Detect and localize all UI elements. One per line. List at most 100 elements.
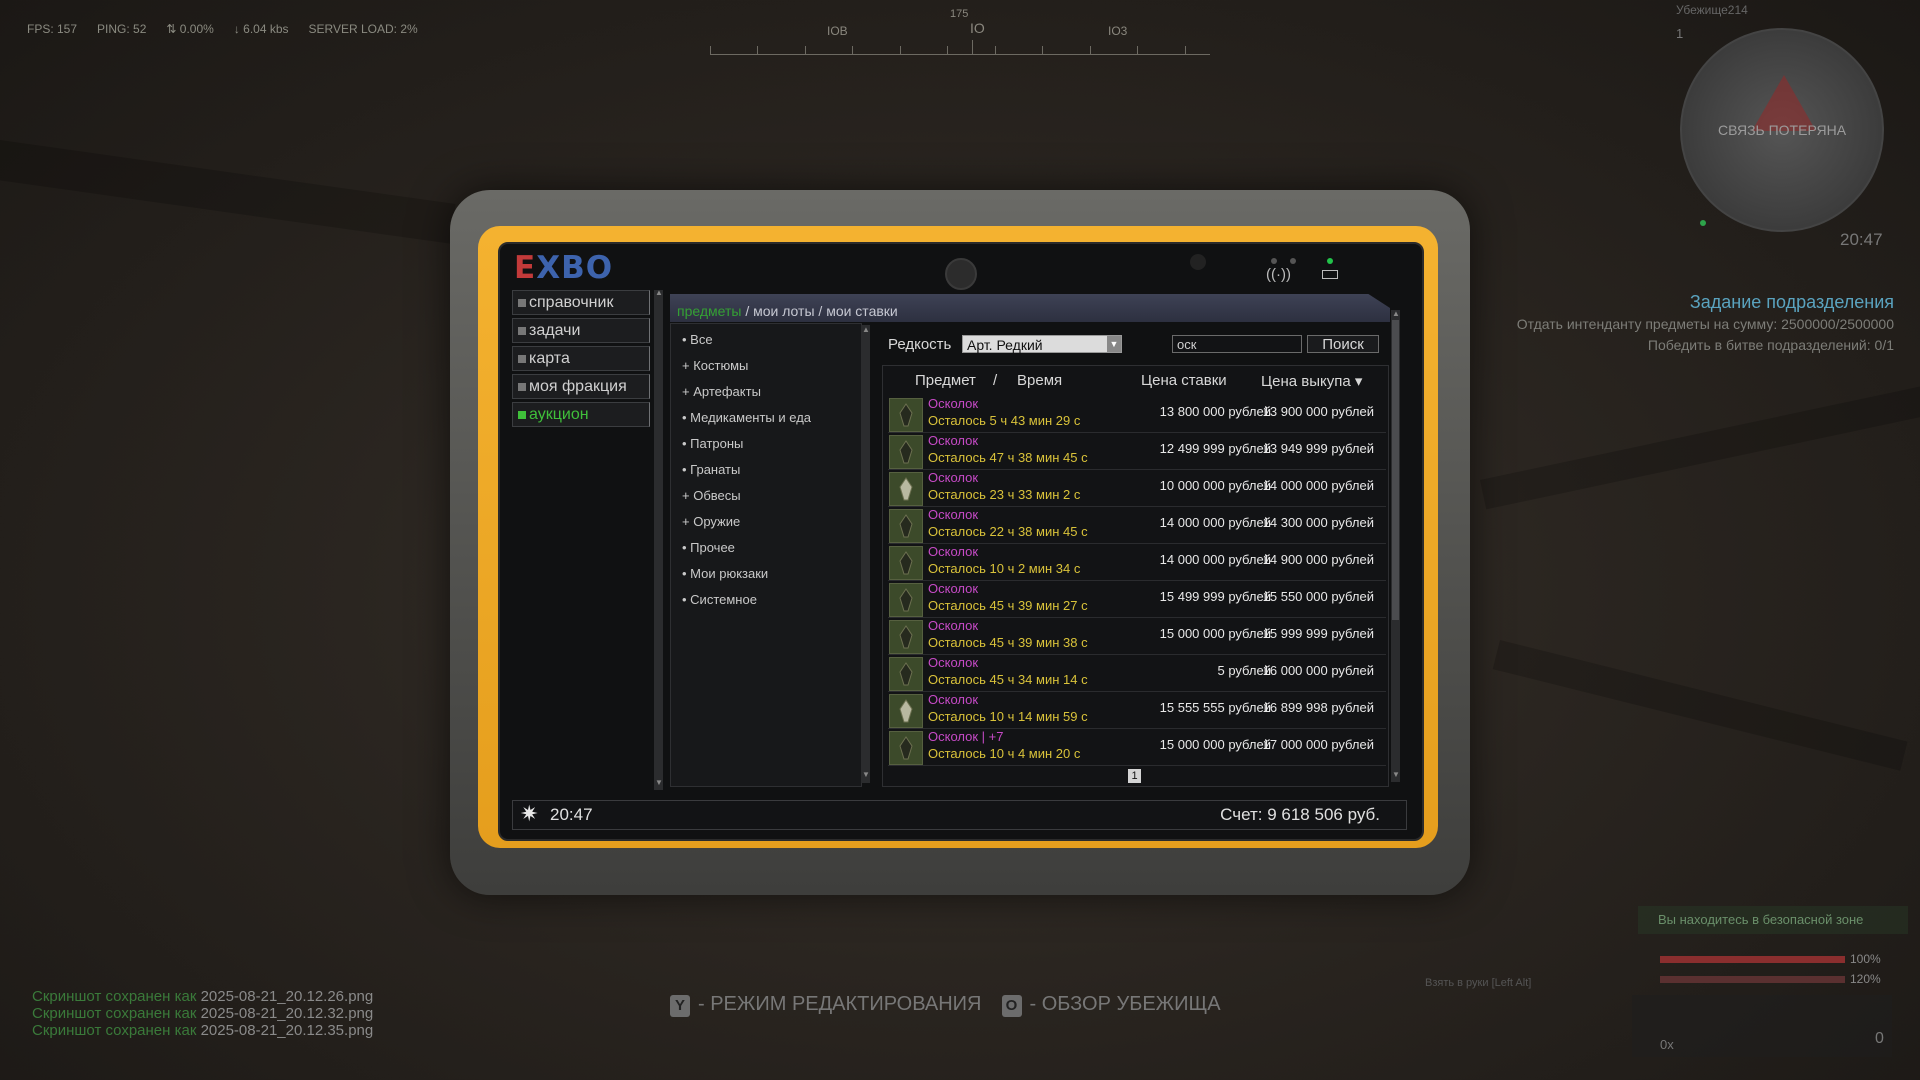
scroll-up-icon[interactable]: ▲ <box>1392 309 1400 318</box>
column-bid[interactable]: Цена ставки <box>1141 372 1227 389</box>
nav-handbook[interactable]: справочник <box>512 290 650 315</box>
bid-price: 15 555 555 рублей <box>1159 700 1271 715</box>
time-remaining: Осталось 45 ч 39 мин 38 с <box>928 635 1088 650</box>
nav-auction[interactable]: аукцион <box>512 402 650 427</box>
ping-counter: PING: 52 <box>97 22 147 36</box>
category-artifacts[interactable]: + Артефакты <box>682 384 761 399</box>
nav-bullet-icon <box>518 383 526 391</box>
minimap-level: 1 <box>1676 26 1684 41</box>
scroll-down-icon[interactable]: ▼ <box>655 778 663 787</box>
bid-price: 14 000 000 рублей <box>1159 515 1271 530</box>
search-input[interactable] <box>1172 335 1302 353</box>
key-y-icon: Y <box>670 995 690 1017</box>
quest-title: Задание подразделения <box>1689 292 1894 312</box>
tablet-clock: 20:47 <box>550 805 593 824</box>
auction-row[interactable]: Осколок Осталось 10 ч 14 мин 59 с 15 555 5… <box>888 692 1386 729</box>
breadcrumb-my-bids[interactable]: мои ставки <box>826 303 898 319</box>
auction-row[interactable]: Осколок Осталось 10 ч 2 мин 34 с 14 000 00… <box>888 544 1386 581</box>
stamina-percent: 120% <box>1850 972 1881 986</box>
buyout-price: 13 949 999 рублей <box>1262 441 1374 456</box>
key-o-icon: O <box>1001 995 1022 1017</box>
category-attachments[interactable]: + Обвесы <box>682 488 741 503</box>
category-scrollbar[interactable] <box>861 325 870 783</box>
auction-row[interactable]: Осколок Осталось 23 ч 33 мин 2 с 10 000 00… <box>888 470 1386 507</box>
nav-faction[interactable]: моя фракция <box>512 374 650 399</box>
breadcrumb-separator: / <box>814 303 827 319</box>
column-time[interactable]: Время <box>1017 372 1062 389</box>
item-name: Осколок <box>928 433 979 448</box>
auction-row[interactable]: Осколок Осталось 47 ч 38 мин 45 с 12 499 9… <box>888 433 1386 470</box>
breadcrumb-my-lots[interactable]: мои лоты <box>753 303 814 319</box>
quest-objective: Отдать интенданту предметы на сумму: 250… <box>1516 316 1894 332</box>
rarity-select[interactable]: Арт. Редкий ▼ <box>962 335 1122 353</box>
category-costumes[interactable]: + Костюмы <box>682 358 748 373</box>
category-other[interactable]: • Прочее <box>682 540 735 555</box>
scroll-down-icon[interactable]: ▼ <box>1392 770 1400 779</box>
breadcrumb-items[interactable]: предметы <box>677 303 741 319</box>
minimap[interactable]: СВЯЗЬ ПОТЕРЯНА <box>1680 28 1884 232</box>
time-remaining: Осталось 45 ч 34 мин 14 с <box>928 672 1088 687</box>
item-count: 0 <box>1875 1030 1884 1047</box>
connection-lost-label: СВЯЗЬ ПОТЕРЯНА <box>1717 122 1847 138</box>
auction-row[interactable]: Осколок Осталось 45 ч 39 мин 27 с 15 499 9… <box>888 581 1386 618</box>
item-name: Осколок <box>928 655 979 670</box>
shard-alt-icon <box>889 472 923 506</box>
power-led-icon <box>1327 258 1333 264</box>
compass-tick <box>1185 46 1186 54</box>
edit-mode-hint[interactable]: Y- РЕЖИМ РЕДАКТИРОВАНИЯ <box>670 993 982 1017</box>
overview-hint[interactable]: O- ОБЗОР УБЕЖИЩА <box>1001 993 1221 1017</box>
key-hints: Y- РЕЖИМ РЕДАКТИРОВАНИЯ O- ОБЗОР УБЕЖИЩА <box>670 993 1221 1017</box>
search-button[interactable]: Поиск <box>1307 335 1379 353</box>
auction-row[interactable]: Осколок Осталось 5 ч 43 мин 29 с 13 800 00… <box>888 396 1386 433</box>
time-remaining: Осталось 10 ч 2 мин 34 с <box>928 561 1081 576</box>
column-item[interactable]: Предмет <box>915 372 976 389</box>
sensor-icon <box>1190 254 1206 270</box>
page-number[interactable]: 1 <box>1128 769 1141 783</box>
nav-map[interactable]: карта <box>512 346 650 371</box>
screenshot-log: Скриншот сохранен как 2025-08-21_20.12.2… <box>32 988 373 1039</box>
compass-tick <box>852 46 853 54</box>
buyout-price: 15 999 999 рублей <box>1262 626 1374 641</box>
nav-bullet-icon <box>518 411 526 419</box>
category-system[interactable]: • Системное <box>682 592 757 607</box>
compass-tick <box>805 46 806 54</box>
category-medicine-food[interactable]: • Медикаменты и еда <box>682 410 811 425</box>
column-buyout[interactable]: Цена выкупа ▾ <box>1261 372 1362 390</box>
bid-price: 12 499 999 рублей <box>1159 441 1271 456</box>
nav-tasks[interactable]: задачи <box>512 318 650 343</box>
nav-bullet-icon <box>518 327 526 335</box>
compass-tick <box>947 46 948 54</box>
rarity-label: Редкость <box>888 336 952 353</box>
auction-row[interactable]: Осколок Осталось 45 ч 39 мин 38 с 15 000 0… <box>888 618 1386 655</box>
category-grenades[interactable]: • Гранаты <box>682 462 740 477</box>
auction-row[interactable]: Осколок Осталось 45 ч 34 мин 14 с5 рублей… <box>888 655 1386 692</box>
packet-loss: ⇅ 0.00% <box>166 22 214 36</box>
auction-row[interactable]: Осколок Осталось 22 ч 38 мин 45 с 14 000 0… <box>888 507 1386 544</box>
bid-price: 15 499 999 рублей <box>1159 589 1271 604</box>
chevron-down-icon: ▼ <box>1107 336 1121 352</box>
category-all[interactable]: • Все <box>682 332 713 347</box>
auction-row[interactable]: Осколок | +7 Осталось 10 ч 4 мин 20 с 15 0… <box>888 729 1386 766</box>
item-name: Осколок <box>928 618 979 633</box>
category-ammo[interactable]: • Патроны <box>682 436 743 451</box>
scroll-thumb[interactable] <box>1392 320 1399 620</box>
breadcrumb: предметы / мои лоты / мои ставки <box>677 303 898 319</box>
buyout-price: 16 000 000 рублей <box>1262 663 1374 678</box>
scroll-up-icon[interactable]: ▲ <box>655 288 663 297</box>
compass-tick <box>710 46 711 54</box>
scroll-down-icon[interactable]: ▼ <box>862 770 870 779</box>
server-load: SERVER LOAD: 2% <box>308 22 418 36</box>
signal-icon: ((·)) <box>1266 266 1291 283</box>
item-name: Осколок <box>928 581 979 596</box>
player-marker-icon <box>1700 220 1706 226</box>
list-scrollbar[interactable] <box>1391 310 1400 782</box>
nav-scrollbar[interactable] <box>654 290 663 790</box>
buyout-price: 17 000 000 рублей <box>1262 737 1374 752</box>
compass-label: IOB <box>827 24 848 38</box>
weapon-hint: Взять в руки [Left Alt] <box>1425 977 1532 989</box>
camera-icon <box>945 258 977 290</box>
category-backpacks[interactable]: • Мои рюкзаки <box>682 566 768 581</box>
item-name: Осколок <box>928 470 979 485</box>
category-weapons[interactable]: + Оружие <box>682 514 740 529</box>
scroll-up-icon[interactable]: ▲ <box>862 325 870 334</box>
